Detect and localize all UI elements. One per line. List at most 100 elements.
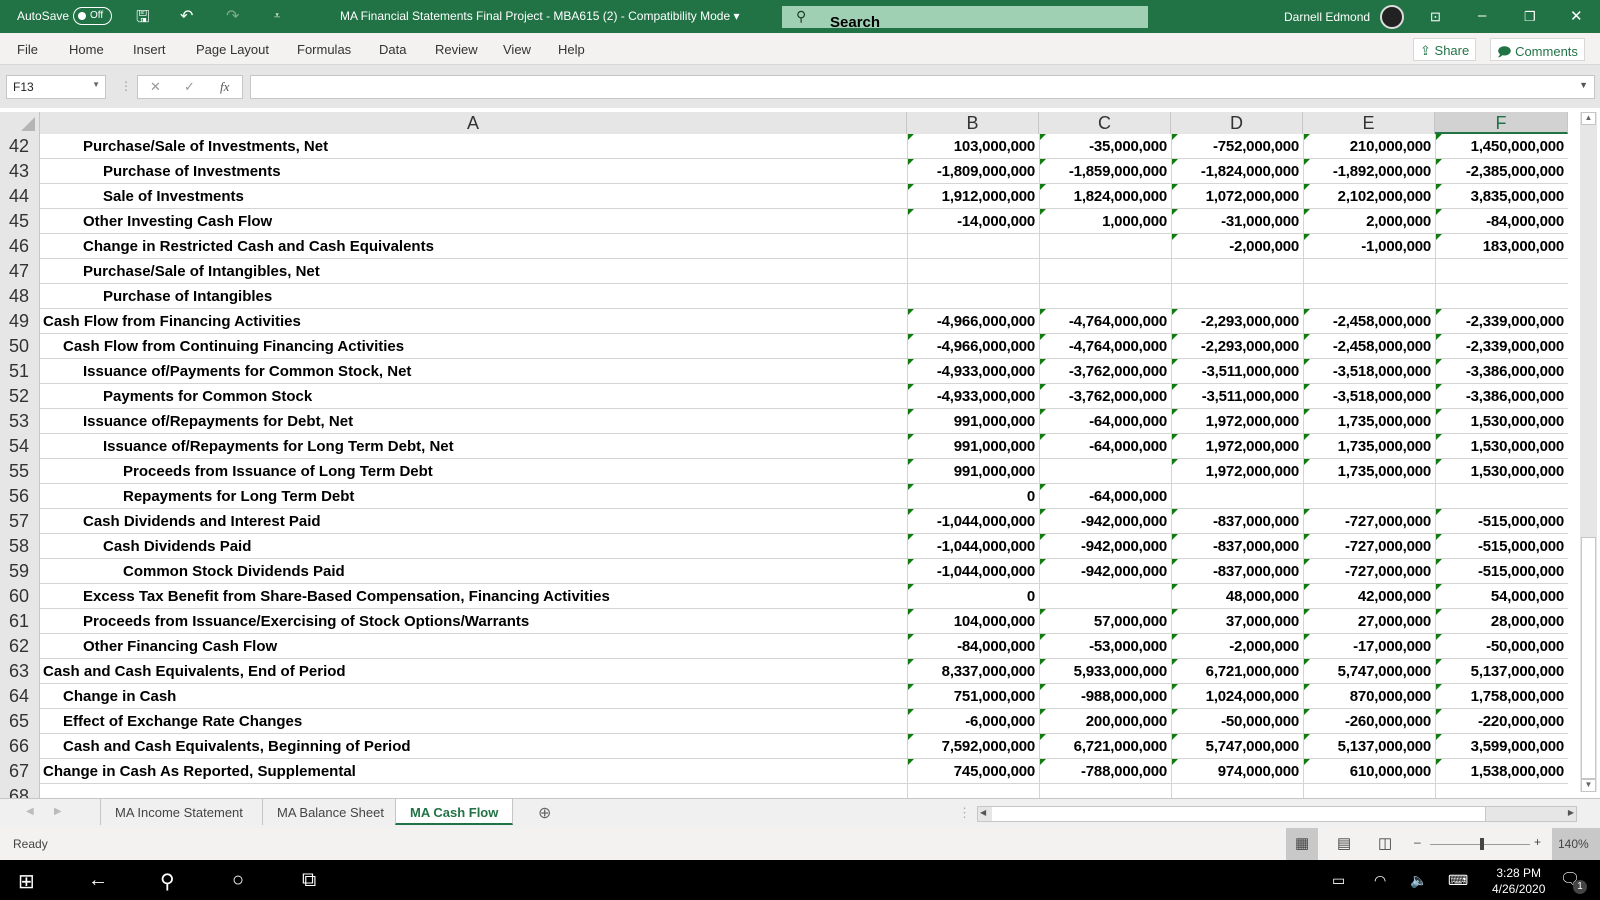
row-header[interactable]: 51	[0, 359, 40, 384]
cell-value[interactable]: -2,458,000,000	[1303, 334, 1435, 359]
cell-value[interactable]: -727,000,000	[1303, 559, 1435, 584]
row-header[interactable]: 65	[0, 709, 40, 734]
splitter-icon[interactable]: ⋮	[120, 79, 132, 93]
cell-label[interactable]: Cash Dividends Paid	[103, 534, 251, 559]
cell-label[interactable]: Change in Cash	[63, 684, 176, 709]
cell-value[interactable]	[1435, 484, 1568, 509]
cell-label[interactable]: Issuance of/Repayments for Debt, Net	[83, 409, 353, 434]
search-box[interactable]: ⚲ Search	[782, 6, 1148, 31]
add-sheet-icon[interactable]: ⊕	[538, 803, 551, 823]
cell-value[interactable]: -3,762,000,000	[1039, 359, 1171, 384]
cell-value[interactable]: 1,072,000,000	[1171, 184, 1303, 209]
cell-label[interactable]: Cash and Cash Equivalents, Beginning of …	[63, 734, 411, 759]
cell-value[interactable]: 0	[907, 584, 1039, 609]
cell-value[interactable]: -1,044,000,000	[907, 559, 1039, 584]
cell-value[interactable]: -1,044,000,000	[907, 509, 1039, 534]
tab-home[interactable]: Home	[69, 42, 104, 57]
cancel-icon[interactable]: ✕	[150, 79, 161, 95]
cell-value[interactable]: -837,000,000	[1171, 509, 1303, 534]
scroll-left-icon[interactable]: ◀	[980, 808, 986, 817]
row-header[interactable]: 42	[0, 134, 40, 159]
cell-value[interactable]: -4,966,000,000	[907, 334, 1039, 359]
tab-formulas[interactable]: Formulas	[297, 42, 351, 57]
cell-value[interactable]: 6,721,000,000	[1171, 659, 1303, 684]
cell-value[interactable]: 210,000,000	[1303, 134, 1435, 159]
cell-value[interactable]: -3,511,000,000	[1171, 359, 1303, 384]
cell-value[interactable]: -64,000,000	[1039, 434, 1171, 459]
cell-value[interactable]: 2,102,000,000	[1303, 184, 1435, 209]
scroll-up-icon[interactable]: ▲	[1581, 112, 1596, 125]
cell-value[interactable]: 1,735,000,000	[1303, 409, 1435, 434]
cell-value[interactable]: -3,518,000,000	[1303, 384, 1435, 409]
redo-icon[interactable]: ↷	[226, 6, 239, 26]
cell-value[interactable]: -942,000,000	[1039, 559, 1171, 584]
cell-label[interactable]: Excess Tax Benefit from Share-Based Comp…	[83, 584, 610, 609]
cell-value[interactable]: 1,538,000,000	[1435, 759, 1568, 784]
column-header-a[interactable]: A	[40, 112, 907, 134]
cell-label[interactable]: Cash Flow from Financing Activities	[43, 309, 301, 334]
row-header[interactable]: 57	[0, 509, 40, 534]
cell-label[interactable]: Effect of Exchange Rate Changes	[63, 709, 302, 734]
tab-help[interactable]: Help	[558, 42, 585, 57]
cell-value[interactable]: 7,592,000,000	[907, 734, 1039, 759]
cell-value[interactable]: -2,293,000,000	[1171, 334, 1303, 359]
cell-value[interactable]: -84,000,000	[907, 634, 1039, 659]
scroll-down-icon[interactable]: ▼	[1581, 779, 1596, 792]
cell-value[interactable]: -260,000,000	[1303, 709, 1435, 734]
horizontal-scroll-thumb[interactable]	[992, 807, 1486, 821]
cell-value[interactable]: -752,000,000	[1171, 134, 1303, 159]
cell-value[interactable]: 751,000,000	[907, 684, 1039, 709]
cell-value[interactable]: -84,000,000	[1435, 209, 1568, 234]
row-header[interactable]: 44	[0, 184, 40, 209]
prev-sheet-icon[interactable]: ◀	[26, 806, 34, 817]
column-header-b[interactable]: B	[907, 112, 1039, 134]
cell-value[interactable]: -837,000,000	[1171, 559, 1303, 584]
cell-value[interactable]	[1171, 284, 1303, 309]
wifi-icon[interactable]: ◠	[1374, 872, 1386, 889]
cell-value[interactable]: 48,000,000	[1171, 584, 1303, 609]
cell-label[interactable]: Cash Dividends and Interest Paid	[83, 509, 321, 534]
cell-value[interactable]: -988,000,000	[1039, 684, 1171, 709]
cell-value[interactable]: -942,000,000	[1039, 509, 1171, 534]
cell-value[interactable]: 37,000,000	[1171, 609, 1303, 634]
normal-view-button[interactable]: ▦	[1286, 828, 1318, 860]
cell-value[interactable]: -3,518,000,000	[1303, 359, 1435, 384]
row-header[interactable]: 67	[0, 759, 40, 784]
cell-label[interactable]: Other Investing Cash Flow	[83, 209, 272, 234]
row-header[interactable]: 55	[0, 459, 40, 484]
autosave-toggle[interactable]: Off	[73, 7, 112, 25]
row-header[interactable]: 53	[0, 409, 40, 434]
cell-value[interactable]	[1039, 284, 1171, 309]
name-box[interactable]: F13 ▼	[6, 75, 106, 99]
cell-value[interactable]: -64,000,000	[1039, 409, 1171, 434]
cell-value[interactable]: 0	[907, 484, 1039, 509]
cell-value[interactable]: 5,137,000,000	[1435, 659, 1568, 684]
cell-value[interactable]: 8,337,000,000	[907, 659, 1039, 684]
cell-value[interactable]: 1,972,000,000	[1171, 459, 1303, 484]
row-header[interactable]: 64	[0, 684, 40, 709]
page-break-view-icon[interactable]: ◫	[1378, 834, 1392, 852]
row-header[interactable]: 58	[0, 534, 40, 559]
zoom-slider-thumb[interactable]	[1480, 838, 1484, 850]
cell-label[interactable]: Sale of Investments	[103, 184, 244, 209]
cell-value[interactable]: 5,933,000,000	[1039, 659, 1171, 684]
clock[interactable]: 3:28 PM 4/26/2020	[1492, 865, 1545, 897]
cell-label[interactable]: Payments for Common Stock	[103, 384, 312, 409]
share-button[interactable]: ⇪ Share	[1413, 38, 1477, 61]
row-header[interactable]: 63	[0, 659, 40, 684]
column-header-c[interactable]: C	[1039, 112, 1171, 134]
cell-value[interactable]	[1171, 484, 1303, 509]
cell-value[interactable]: 1,735,000,000	[1303, 434, 1435, 459]
cell-value[interactable]: -6,000,000	[907, 709, 1039, 734]
document-title[interactable]: MA Financial Statements Final Project - …	[340, 9, 740, 23]
zoom-level[interactable]: 140%	[1552, 828, 1600, 860]
cell-value[interactable]: 991,000,000	[907, 459, 1039, 484]
cell-value[interactable]: -2,000,000	[1171, 234, 1303, 259]
cell-value[interactable]	[907, 284, 1039, 309]
close-icon[interactable]: ✕	[1570, 7, 1583, 25]
back-icon[interactable]: ←	[88, 869, 108, 892]
tab-file[interactable]: File	[17, 42, 38, 57]
cell-value[interactable]: 57,000,000	[1039, 609, 1171, 634]
cell-label[interactable]: Cash and Cash Equivalents, End of Period	[43, 659, 346, 684]
cell-value[interactable]: -31,000,000	[1171, 209, 1303, 234]
